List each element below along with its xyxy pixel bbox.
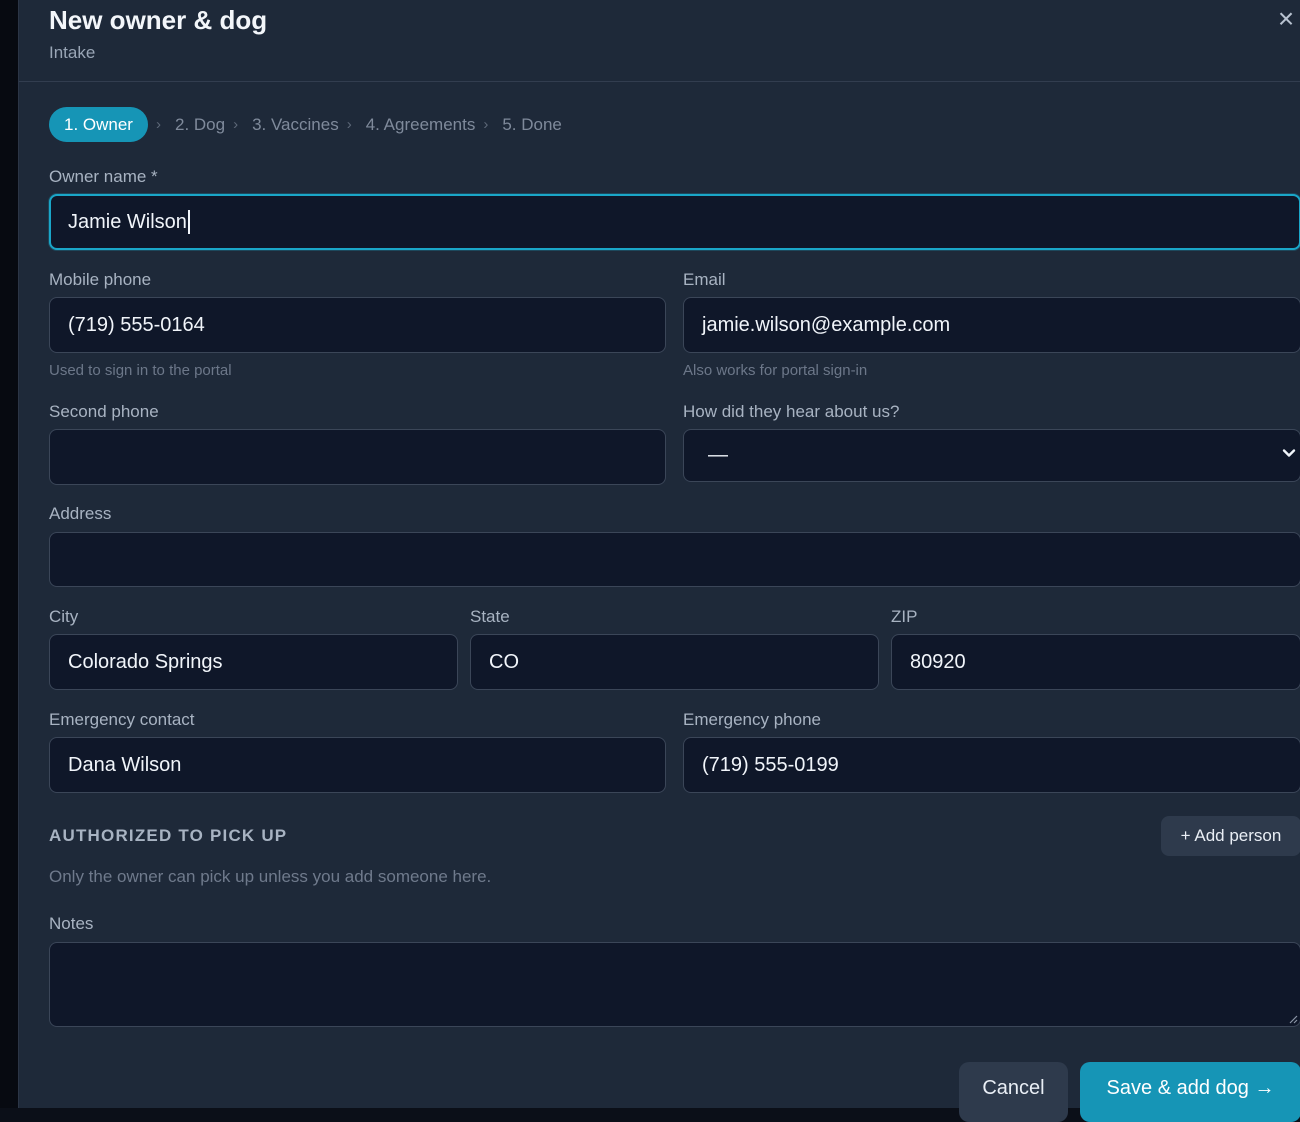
city-value: Colorado Springs bbox=[68, 650, 223, 673]
mobile-phone-value: (719) 555-0164 bbox=[68, 313, 205, 336]
chevron-right-icon: › bbox=[483, 116, 489, 133]
modal-subtitle: Intake bbox=[49, 43, 96, 62]
emergency-phone-label: Emergency phone bbox=[683, 710, 821, 729]
owner-name-label: Owner name * bbox=[49, 167, 158, 186]
email-value: jamie.wilson@example.com bbox=[702, 313, 951, 336]
chevron-right-icon: › bbox=[155, 116, 161, 133]
modal-header: New owner & dog Intake × bbox=[19, 0, 1300, 82]
cancel-button[interactable]: Cancel bbox=[959, 1062, 1068, 1122]
second-phone-input[interactable] bbox=[49, 429, 666, 485]
step-owner[interactable]: 1. Owner bbox=[49, 107, 148, 142]
email-help: Also works for portal sign-in bbox=[683, 362, 868, 379]
add-person-button[interactable]: + Add person bbox=[1161, 816, 1300, 856]
chevron-right-icon: › bbox=[233, 116, 239, 133]
notes-textarea[interactable] bbox=[49, 942, 1300, 1027]
step-vaccines[interactable]: 3. Vaccines bbox=[252, 115, 339, 135]
referral-selected: — bbox=[708, 444, 728, 466]
city-label: City bbox=[49, 607, 79, 626]
emergency-phone-input[interactable]: (719) 555-0199 bbox=[683, 737, 1300, 793]
save-and-add-dog-button[interactable]: Save & add dog → bbox=[1080, 1062, 1300, 1122]
address-label: Address bbox=[49, 504, 112, 523]
pickup-help: Only the owner can pick up unless you ad… bbox=[49, 867, 492, 886]
address-input[interactable] bbox=[49, 532, 1300, 587]
referral-label: How did they hear about us? bbox=[683, 402, 900, 421]
modal-backdrop[interactable] bbox=[0, 0, 18, 1108]
modal-title: New owner & dog bbox=[49, 5, 268, 35]
email-label: Email bbox=[683, 270, 726, 289]
state-input[interactable]: CO bbox=[470, 634, 879, 690]
step-indicator: 1. Owner › 2. Dog › 3. Vaccines › 4. Agr… bbox=[49, 107, 562, 142]
state-label: State bbox=[470, 607, 510, 626]
city-input[interactable]: Colorado Springs bbox=[49, 634, 458, 690]
emergency-contact-value: Dana Wilson bbox=[68, 753, 182, 776]
emergency-contact-input[interactable]: Dana Wilson bbox=[49, 737, 666, 793]
email-input[interactable]: jamie.wilson@example.com bbox=[683, 297, 1300, 353]
zip-label: ZIP bbox=[891, 607, 918, 626]
zip-value: 80920 bbox=[910, 650, 966, 673]
notes-label: Notes bbox=[49, 914, 94, 933]
intake-modal: New owner & dog Intake × 1. Owner › 2. D… bbox=[18, 0, 1300, 1122]
chevron-down-icon bbox=[1282, 449, 1296, 457]
mobile-phone-label: Mobile phone bbox=[49, 270, 152, 289]
owner-name-value: Jamie Wilson bbox=[68, 210, 187, 233]
mobile-phone-input[interactable]: (719) 555-0164 bbox=[49, 297, 666, 353]
state-value: CO bbox=[489, 650, 519, 673]
emergency-contact-label: Emergency contact bbox=[49, 710, 195, 729]
text-cursor bbox=[187, 210, 190, 234]
close-icon: × bbox=[1277, 3, 1295, 34]
close-button[interactable]: × bbox=[1273, 3, 1299, 34]
owner-name-input[interactable]: Jamie Wilson bbox=[49, 194, 1300, 250]
second-phone-label: Second phone bbox=[49, 402, 159, 421]
mobile-phone-help: Used to sign in to the portal bbox=[49, 362, 232, 379]
step-dog[interactable]: 2. Dog bbox=[175, 115, 225, 135]
chevron-right-icon: › bbox=[346, 116, 352, 133]
referral-select[interactable]: — bbox=[683, 429, 1300, 482]
emergency-phone-value: (719) 555-0199 bbox=[702, 753, 839, 776]
resize-handle-icon[interactable] bbox=[1288, 1014, 1298, 1024]
zip-input[interactable]: 80920 bbox=[891, 634, 1300, 690]
step-agreements[interactable]: 4. Agreements bbox=[366, 115, 476, 135]
pickup-section-heading: AUTHORIZED TO PICK UP bbox=[49, 826, 288, 845]
step-done[interactable]: 5. Done bbox=[502, 115, 562, 135]
